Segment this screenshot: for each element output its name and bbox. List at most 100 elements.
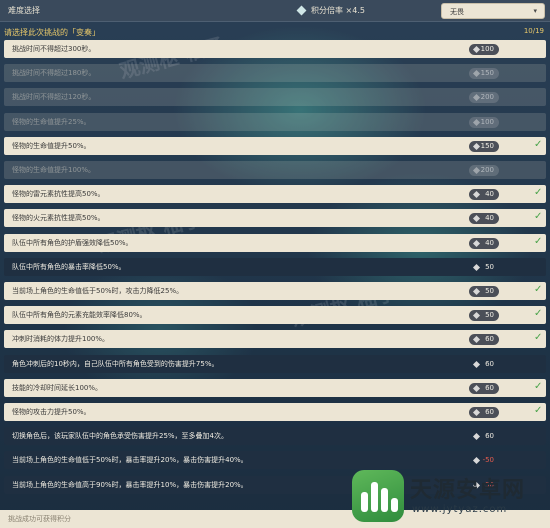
variation-row[interactable]: 挑战时间不得超过180秒。 150 [4,64,546,83]
logo-badge-icon [352,470,404,522]
variation-text: 怪物的火元素抗性提高50%。 [12,214,105,223]
points-value: 200 [480,93,494,102]
check-icon: ✓ [534,308,543,320]
variation-text: 当前场上角色的生命值低于50%时，暴击率提升20%，暴击伤害提升40%。 [12,456,248,465]
variation-row[interactable]: 挑战时间不得超过300秒。 100 [4,40,546,58]
points-badge: -50 [469,455,499,466]
points-badge: 50 [469,262,499,273]
gem-icon [472,166,481,175]
gem-icon [472,312,481,320]
variation-row[interactable]: 冲刺时消耗的体力提升100%。 60 ✓ [4,330,546,349]
variation-row[interactable]: 怪物的生命值提升50%。 150 ✓ [4,136,546,155]
points-value: 60 [485,383,494,392]
gem-icon [472,118,481,126]
gem-icon [472,142,481,150]
variation-row[interactable]: 角色冲刺后的10秒内，自己队伍中所有角色受到的伤害提升75%。 60 [4,354,546,373]
variation-row[interactable]: 队伍中所有角色的元素充能效率降低80%。 50 ✓ [4,306,546,325]
check-icon: ✓ [534,284,543,295]
variation-row[interactable]: 怪物的攻击力提升50%。 60 ✓ [4,403,546,421]
points-badge: 100 [469,44,499,55]
difficulty-select[interactable]: 无畏 ▾ [441,3,545,19]
check-icon: ✓ [534,187,543,199]
points-badge: 60 [469,431,499,442]
variation-row[interactable]: 当前场上角色的生命值低于50%时，攻击力降低25%。 50 ✓ [4,282,546,300]
gem-icon [472,384,481,392]
gem-icon [472,45,481,54]
variation-text: 挑战时间不得超过120秒。 [12,93,96,102]
variation-row[interactable]: 队伍中所有角色的护盾强效降低50%。 40 ✓ [4,233,546,252]
points-value: 60 [485,408,494,416]
points-value: 40 [485,214,494,223]
variation-text: 技能的冷却时间延长100%。 [12,383,103,392]
selection-count: 10/19 [523,27,544,35]
gem-icon [472,433,481,441]
points-badge: 150 [469,68,499,80]
points-badge: 60 [469,382,499,394]
points-badge: 40 [469,189,499,201]
variation-row[interactable]: 切换角色后，该玩家队伍中的角色承受伤害提升25%，至多叠加4次。 60 [4,427,546,446]
points-value: 40 [485,190,494,199]
variation-row[interactable]: 怪物的生命值提升25%。 100 [4,112,546,131]
points-value: 60 [485,432,494,441]
points-badge: 40 [469,213,499,225]
points-value: 60 [485,359,494,368]
points-badge: 50 [469,310,499,322]
footer-text: 挑战成功可获得积分 [8,515,71,523]
variation-row[interactable]: 怪物的生命值提升100%。 200 [4,161,546,179]
gem-icon [472,408,481,417]
points-value: 150 [480,69,494,78]
variation-row[interactable]: 怪物的雷元素抗性提高50%。 40 ✓ [4,185,546,204]
gem-icon [296,5,307,16]
gem-icon [472,360,481,368]
points-value: 60 [485,335,494,344]
check-icon: ✓ [534,211,543,223]
points-value: 150 [480,141,494,150]
gem-icon [472,215,481,223]
points-value: 100 [480,45,494,53]
score-ratio-label: 积分倍率 ×4.5 [311,6,365,15]
points-value: -50 [482,456,494,465]
variation-text: 怪物的生命值提升50%。 [12,141,91,150]
gem-icon [472,70,481,78]
points-value: 50 [485,262,494,271]
points-badge: 40 [469,237,499,249]
variation-row[interactable]: 怪物的火元素抗性提高50%。 40 ✓ [4,209,546,228]
points-badge: 100 [469,116,499,128]
variation-row[interactable]: 技能的冷却时间延长100%。 60 ✓ [4,378,546,397]
variation-text: 怪物的雷元素抗性提高50%。 [12,190,105,199]
points-value: 100 [480,117,494,126]
check-icon: ✓ [534,138,543,150]
variation-subheader-label: 请选择此次挑战的「变奏」 [4,28,100,37]
logo-url: www.jytyaz.com [412,504,508,515]
variation-text: 角色冲刺后的10秒内，自己队伍中所有角色受到的伤害提升75%。 [12,359,219,368]
variation-row[interactable]: 队伍中所有角色的暴击率降低50%。 50 [4,257,546,276]
points-badge: 60 [469,359,499,370]
points-badge: 60 [469,407,499,418]
variation-text: 切换角色后，该玩家队伍中的角色承受伤害提升25%，至多叠加4次。 [12,432,229,441]
check-icon: ✓ [534,405,543,416]
variation-text: 队伍中所有角色的暴击率降低50%。 [12,262,126,271]
variation-text: 队伍中所有角色的元素充能效率降低80%。 [12,311,147,320]
variation-text: 冲刺时消耗的体力提升100%。 [12,335,110,344]
site-logo: 天源安卓网 www.jytyaz.com [352,468,542,526]
check-icon: ✓ [534,235,543,247]
variation-subheader: 请选择此次挑战的「变奏」 10/19 [0,25,550,39]
points-value: 40 [485,238,494,247]
logo-name: 天源安卓网 [410,478,526,503]
header-bar: 难度选择 积分倍率 ×4.5 无畏 ▾ [0,0,550,22]
chevron-down-icon: ▾ [533,7,537,15]
variation-row[interactable]: 当前场上角色的生命值低于50%时，暴击率提升20%，暴击伤害提升40%。 -50 [4,451,546,470]
variation-text: 队伍中所有角色的护盾强效降低50%。 [12,238,133,247]
variation-text: 当前场上角色的生命值高于90%时，暴击率提升10%，暴击伤害提升20%。 [12,480,248,489]
gem-icon [472,191,481,199]
score-ratio: 积分倍率 ×4.5 [296,5,365,16]
points-badge: 60 [469,334,499,346]
gem-icon [472,263,481,271]
points-badge: 200 [469,92,499,104]
gem-icon [472,239,481,247]
variation-row[interactable]: 挑战时间不得超过120秒。 200 [4,88,546,107]
points-badge: 200 [469,165,499,176]
gem-icon [472,94,481,102]
points-badge: 150 [469,140,499,152]
check-icon: ✓ [534,332,543,344]
